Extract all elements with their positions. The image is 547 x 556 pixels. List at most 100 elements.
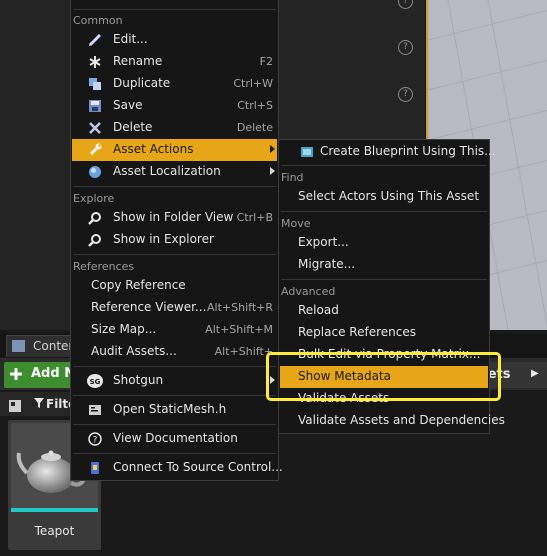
menu-item-reload[interactable]: Reload xyxy=(280,300,488,322)
menu-item-create-blueprint[interactable]: Create Blueprint Using This... xyxy=(280,141,496,163)
menu-item-migrate[interactable]: Migrate... xyxy=(280,254,488,276)
wrench-icon xyxy=(89,143,102,156)
add-new-button[interactable]: Add N xyxy=(4,362,78,388)
code-icon xyxy=(89,405,101,415)
menu-item-audit-assets[interactable]: Audit Assets... Alt+Shift+ xyxy=(72,341,277,363)
section-references: References xyxy=(73,260,135,273)
callout-highlight xyxy=(266,352,501,401)
menu-item-asset-localization[interactable]: Asset Localization xyxy=(72,161,277,183)
section-explore: Explore xyxy=(73,192,115,205)
menu-separator xyxy=(73,186,276,187)
help-icon: ? xyxy=(88,432,102,446)
menu-item-shortcut: F2 xyxy=(259,55,273,68)
menu-item-label: Validate Assets and Dependencies xyxy=(298,413,505,427)
tab-content-browser[interactable]: Conten xyxy=(6,335,76,357)
add-new-label: Add N xyxy=(31,366,76,381)
shotgun-logo-icon: SG xyxy=(87,374,103,388)
menu-item-label: Shotgun xyxy=(113,373,164,387)
menu-item-size-map[interactable]: Size Map... Alt+Shift+M xyxy=(72,319,277,341)
menu-item-shotgun[interactable]: SG Shotgun xyxy=(72,370,277,392)
menu-item-rename[interactable]: Rename F2 xyxy=(72,51,277,73)
arrow-right-icon: ▶ xyxy=(531,368,539,379)
menu-item-previous xyxy=(72,0,277,9)
source-control-icon xyxy=(91,462,99,474)
plus-icon xyxy=(10,368,22,380)
help-icon[interactable]: ? xyxy=(398,0,413,9)
magnifier-icon xyxy=(88,212,101,225)
menu-item-label: View Documentation xyxy=(113,431,238,445)
menu-item-label: Replace References xyxy=(298,325,416,339)
menu-item-label: Asset Localization xyxy=(113,164,221,178)
menu-item-export[interactable]: Export... xyxy=(280,232,488,254)
menu-item-shortcut: Ctrl+W xyxy=(233,77,273,90)
menu-item-asset-actions[interactable]: Asset Actions xyxy=(72,139,277,161)
asset-name: Teapot xyxy=(34,524,75,538)
globe-icon xyxy=(89,166,101,178)
menu-item-label: Migrate... xyxy=(298,257,356,271)
menu-item-label: Open StaticMesh.h xyxy=(113,402,227,416)
submenu-arrow-icon xyxy=(270,145,275,153)
menu-separator xyxy=(73,254,276,255)
help-icon[interactable]: ? xyxy=(398,40,413,55)
svg-text:SG: SG xyxy=(90,378,101,386)
menu-separator xyxy=(281,279,487,280)
menu-item-label: Save xyxy=(113,98,143,112)
menu-item-copy-reference[interactable]: Copy Reference xyxy=(72,275,277,297)
menu-item-edit[interactable]: Edit... xyxy=(72,29,277,51)
menu-separator xyxy=(73,9,276,10)
menu-item-reference-viewer[interactable]: Reference Viewer... Alt+Shift+R xyxy=(72,297,277,319)
menu-separator xyxy=(281,211,487,212)
menu-item-label: Connect To Source Control... xyxy=(113,460,283,474)
filter-settings-icon[interactable] xyxy=(9,400,21,412)
floppy-icon xyxy=(89,100,101,112)
menu-item-label: Show in Explorer xyxy=(113,232,214,246)
menu-item-delete[interactable]: Delete Delete xyxy=(72,117,277,139)
menu-item-select-actors[interactable]: Select Actors Using This Asset xyxy=(280,186,488,208)
duplicate-icon xyxy=(89,78,101,90)
menu-item-label: Reference Viewer... xyxy=(91,300,207,314)
menu-item-label: Select Actors Using This Asset xyxy=(298,189,480,203)
menu-item-show-in-explorer[interactable]: Show in Explorer xyxy=(72,229,277,251)
menu-item-label: Rename xyxy=(113,54,163,68)
section-common: Common xyxy=(73,14,123,27)
menu-item-shortcut: Alt+Shift+R xyxy=(207,301,273,314)
asterisk-icon xyxy=(89,56,101,68)
menu-item-label: Size Map... xyxy=(91,322,157,336)
pencil-icon xyxy=(88,33,102,47)
menu-item-open-source-file[interactable]: Open StaticMesh.h xyxy=(72,399,277,421)
menu-item-label: Edit... xyxy=(113,32,148,46)
menu-item-label: Reload xyxy=(298,303,339,317)
menu-item-shortcut: Alt+Shift+M xyxy=(205,323,273,336)
menu-item-label: Duplicate xyxy=(113,76,171,90)
blueprint-icon xyxy=(301,147,313,157)
menu-item-label: Audit Assets... xyxy=(91,344,177,358)
section-find: Find xyxy=(281,171,304,184)
menu-item-shortcut: Delete xyxy=(236,121,273,134)
help-icon[interactable]: ? xyxy=(398,87,413,102)
menu-item-label: Show in Folder View xyxy=(113,210,234,224)
asset-type-bar xyxy=(11,508,98,512)
x-icon xyxy=(89,122,101,134)
magnifier-icon xyxy=(88,234,101,247)
menu-item-label: Delete xyxy=(113,120,153,134)
menu-item-validate-dependencies[interactable]: Validate Assets and Dependencies xyxy=(280,410,505,432)
menu-item-replace-references[interactable]: Replace References xyxy=(280,322,488,344)
menu-separator xyxy=(73,395,276,396)
submenu-arrow-icon xyxy=(270,167,275,175)
menu-item-shortcut: Ctrl+S xyxy=(237,99,273,112)
menu-item-shortcut: Alt+Shift+ xyxy=(214,345,273,358)
menu-item-save[interactable]: Save Ctrl+S xyxy=(72,95,277,117)
menu-separator xyxy=(73,366,276,367)
menu-item-connect-source-control[interactable]: Connect To Source Control... xyxy=(72,457,283,479)
content-browser-icon xyxy=(12,340,25,352)
menu-item-label: Create Blueprint Using This... xyxy=(320,144,496,158)
menu-item-shortcut: Ctrl+B xyxy=(236,211,273,224)
menu-item-label: Export... xyxy=(298,235,349,249)
menu-item-duplicate[interactable]: Duplicate Ctrl+W xyxy=(72,73,277,95)
menu-item-view-documentation[interactable]: ? View Documentation xyxy=(72,428,277,450)
menu-separator xyxy=(281,165,487,166)
menu-separator xyxy=(73,453,276,454)
funnel-icon[interactable] xyxy=(34,398,44,408)
section-advanced: Advanced xyxy=(281,285,336,298)
menu-item-show-in-folder-view[interactable]: Show in Folder View Ctrl+B xyxy=(72,207,277,229)
